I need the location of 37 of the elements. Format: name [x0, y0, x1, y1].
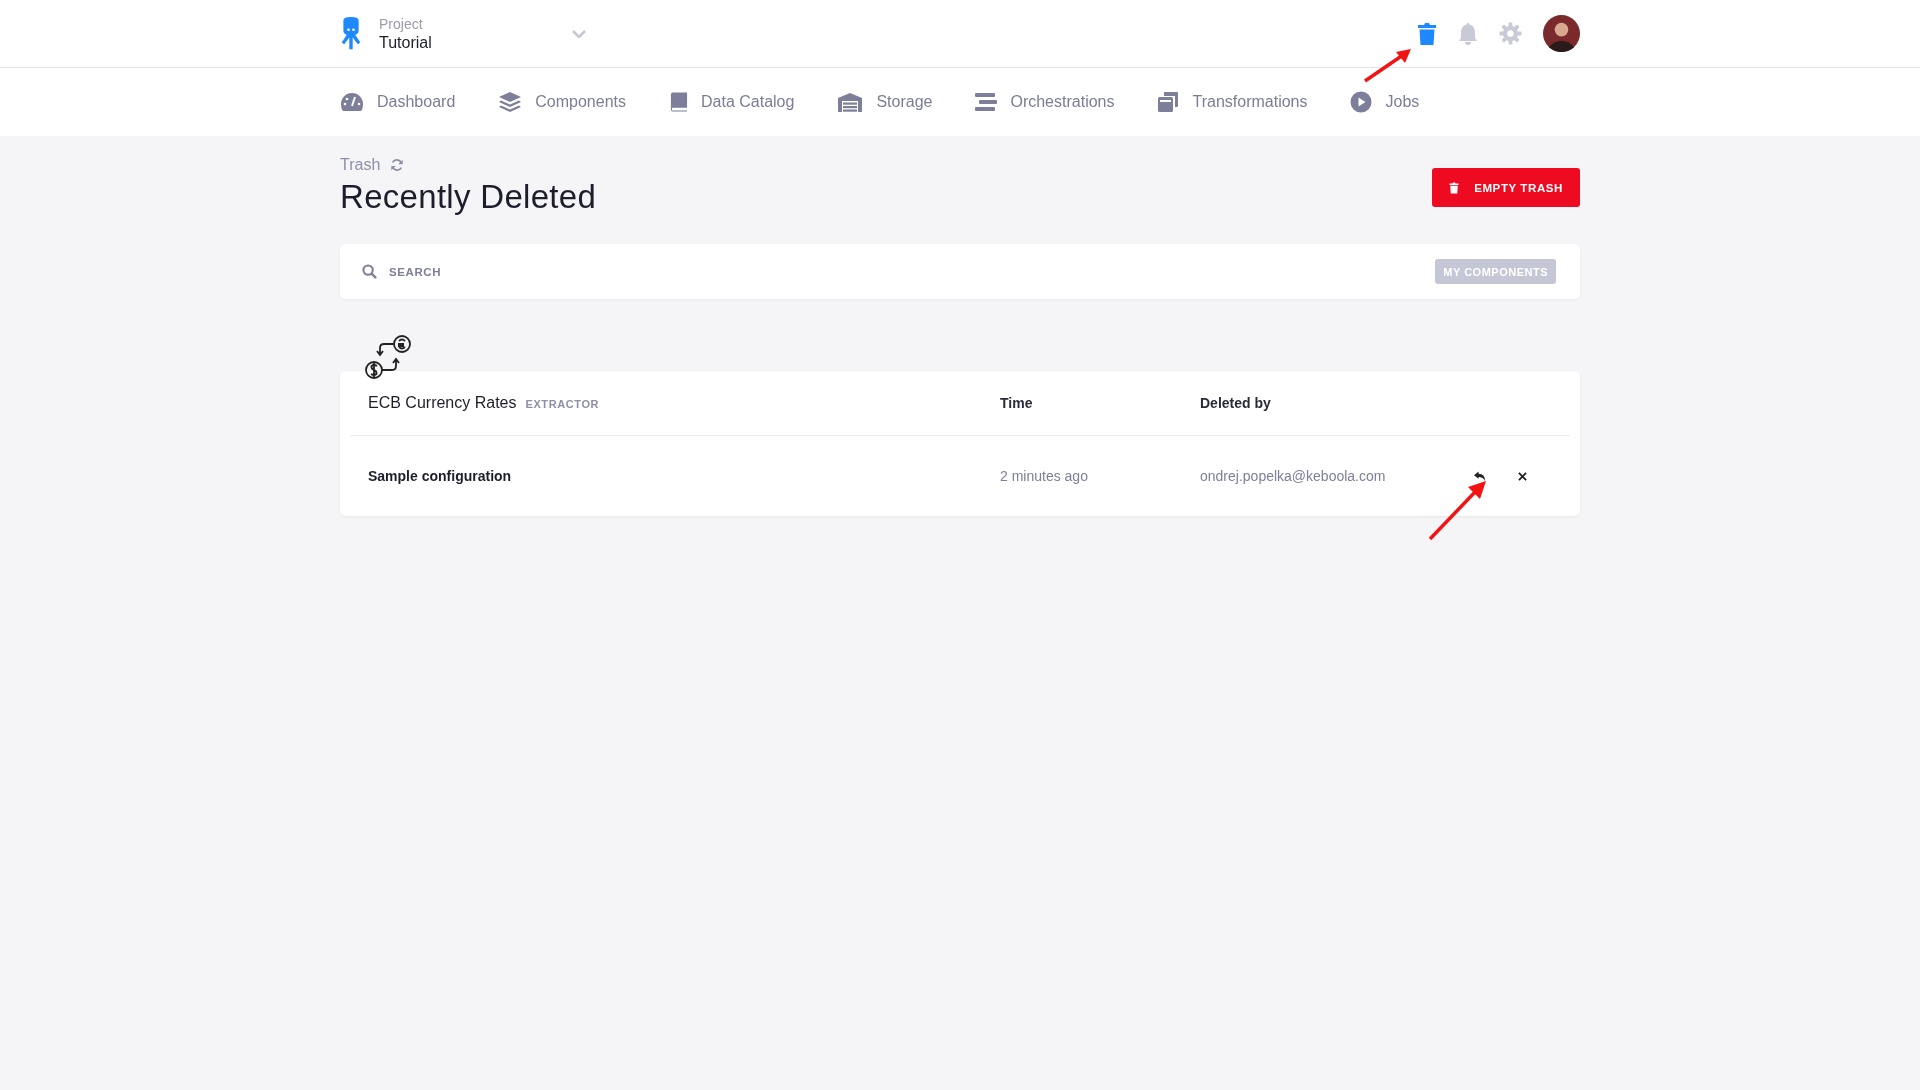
- page-title: Recently Deleted: [340, 178, 597, 216]
- copies-icon: [1157, 91, 1180, 113]
- search-icon: [362, 264, 377, 279]
- trash-icon: [1449, 181, 1460, 194]
- avatar[interactable]: [1543, 15, 1580, 52]
- component-name: ECB Currency Rates: [368, 394, 517, 412]
- nav-link[interactable]: Data Catalog: [669, 91, 795, 113]
- nav-link[interactable]: Transformations: [1157, 91, 1308, 113]
- deleted-by: ondrej.popelka@keboola.com: [1200, 468, 1386, 484]
- project-name[interactable]: Tutorial: [379, 33, 572, 52]
- book-icon: [669, 91, 688, 113]
- nav-link[interactable]: Jobs: [1350, 91, 1420, 113]
- column-header: Deleted by: [1200, 395, 1271, 411]
- column-header: Time: [1000, 395, 1033, 411]
- close-icon[interactable]: [1518, 471, 1527, 481]
- warehouse-icon: [837, 92, 864, 112]
- gauge-icon: [340, 92, 364, 112]
- breadcrumb: Trash: [340, 156, 381, 174]
- play-icon: [1350, 91, 1373, 113]
- annotation-arrow: [1363, 47, 1413, 83]
- bars-icon: [975, 92, 998, 112]
- restore-icon[interactable]: [1473, 470, 1486, 482]
- nav-link[interactable]: Dashboard: [340, 92, 456, 112]
- empty-trash-button[interactable]: EMPTY TRASH: [1432, 168, 1580, 207]
- configuration-name[interactable]: Sample configuration: [368, 468, 512, 484]
- layers-icon: [498, 91, 523, 113]
- nav-link[interactable]: Components: [498, 91, 626, 113]
- refresh-icon[interactable]: [390, 158, 405, 172]
- deleted-time: 2 minutes ago: [1000, 468, 1088, 484]
- annotation-arrow: [1428, 479, 1488, 541]
- project-label: Project: [379, 15, 424, 32]
- trash-icon[interactable]: [1417, 21, 1437, 46]
- nav-link[interactable]: Orchestrations: [975, 92, 1115, 112]
- component-type: EXTRACTOR: [525, 398, 600, 410]
- octopus-logo-icon[interactable]: [340, 15, 362, 52]
- nav-link[interactable]: Storage: [837, 92, 933, 112]
- currency-exchange-icon: [364, 334, 414, 380]
